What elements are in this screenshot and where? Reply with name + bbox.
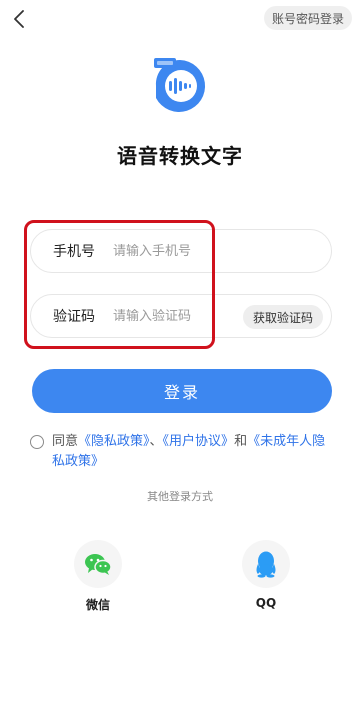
and-label: 和: [234, 434, 248, 449]
back-button[interactable]: [8, 6, 30, 32]
app-logo: [154, 58, 206, 112]
qq-label: QQ: [255, 596, 277, 610]
phone-field: 手机号: [30, 229, 332, 273]
user-agreement-link[interactable]: 《用户协议》: [163, 434, 235, 449]
code-label: 验证码: [53, 309, 95, 325]
wechat-login[interactable]: 微信: [72, 540, 124, 613]
get-code-button[interactable]: 获取验证码: [242, 305, 323, 329]
phone-input[interactable]: [113, 243, 223, 259]
account-password-login-button[interactable]: 账号密码登录: [263, 6, 352, 30]
qq-login[interactable]: QQ: [240, 540, 292, 610]
chevron-left-icon: [14, 10, 24, 28]
code-field: 验证码 获取验证码: [30, 294, 332, 338]
qq-icon-button[interactable]: [242, 540, 290, 588]
agreement-separator: 、: [149, 434, 163, 449]
login-button[interactable]: 登录: [32, 369, 332, 413]
agreement-text: 同意《隐私政策》、《用户协议》和《未成年人隐私政策》: [52, 432, 335, 472]
wechat-label: 微信: [85, 598, 110, 612]
agree-label: 同意: [52, 434, 79, 449]
phone-label: 手机号: [53, 244, 95, 260]
app-title: 语音转换文字: [117, 144, 243, 168]
agreement-row: 同意《隐私政策》、《用户协议》和《未成年人隐私政策》: [30, 432, 335, 472]
code-input[interactable]: [113, 308, 223, 324]
wechat-icon-button[interactable]: [74, 540, 122, 588]
privacy-policy-link[interactable]: 《隐私政策》: [78, 434, 150, 449]
agreement-radio[interactable]: [30, 435, 44, 449]
qq-icon: [256, 551, 276, 578]
wechat-icon: [85, 554, 112, 575]
other-login-title: 其他登录方式: [147, 490, 213, 503]
